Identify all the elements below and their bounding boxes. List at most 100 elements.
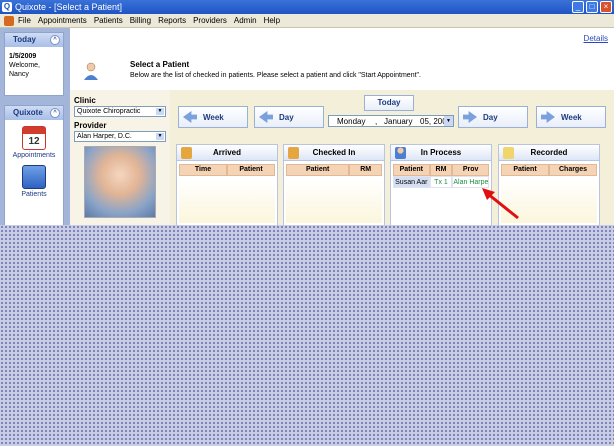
welcome-text: Welcome,	[9, 62, 40, 69]
prev-week-button[interactable]: Week	[178, 106, 248, 128]
prev-day-label: Day	[279, 112, 294, 122]
sidebar-item-appointments[interactable]: 12 Appointments	[5, 120, 63, 159]
row-rm-cell[interactable]: Tx 1	[429, 176, 453, 188]
prev-week-label: Week	[203, 112, 224, 122]
table-row[interactable]: Susan Aar Tx 1 Alan Harper	[393, 176, 489, 188]
today-panel: Today ^ 1/5/2009 Welcome, Nancy	[4, 32, 64, 96]
column-rm[interactable]: RM	[349, 164, 382, 176]
app-icon: Q	[2, 2, 12, 12]
board-recorded-columns: Patient Charges	[501, 164, 597, 176]
today-date: 1/5/2009	[9, 53, 37, 60]
window-controls: _ □ ×	[572, 1, 612, 13]
schedule-area: Today Week Day Monday , January 05, 200 …	[170, 90, 614, 228]
quixote-panel: Quixote ^ 12 Appointments Patients	[4, 105, 64, 228]
user-name: Nancy	[9, 71, 29, 78]
board-checked-in-columns: Patient RM	[286, 164, 382, 176]
column-charges[interactable]: Charges	[549, 164, 597, 176]
today-panel-title: Today	[13, 35, 36, 44]
arrow-left-icon	[183, 111, 197, 123]
details-link[interactable]: Details	[584, 34, 608, 43]
window-title: Quixote - [Select a Patient]	[15, 2, 123, 12]
board-checked-in: Checked In Patient RM	[283, 144, 385, 228]
column-patient[interactable]: Patient	[227, 164, 275, 176]
sidebar-item-patients[interactable]: Patients	[5, 159, 63, 198]
patients-card-icon	[22, 165, 46, 189]
column-patient[interactable]: Patient	[501, 164, 549, 176]
sidebar-item-appointments-label: Appointments	[12, 152, 56, 159]
menu-reports[interactable]: Reports	[158, 16, 186, 25]
date-month: January	[384, 117, 413, 126]
calendar-badge: 12	[28, 136, 40, 147]
provider-label: Provider	[74, 121, 107, 130]
minimize-button[interactable]: _	[572, 1, 584, 13]
date-picker[interactable]: Monday , January 05, 200 ▼	[328, 115, 454, 127]
menu-appointments[interactable]: Appointments	[38, 16, 87, 25]
page-subtitle: Below are the list of checked in patient…	[130, 72, 421, 79]
arrow-left-icon	[259, 111, 273, 123]
today-info: 1/5/2009 Welcome, Nancy	[5, 47, 63, 84]
clinic-select[interactable]: Quixote Chiropractic ▼	[74, 106, 166, 117]
chevron-down-icon[interactable]: ▼	[444, 116, 453, 126]
board-arrived-title: Arrived	[212, 148, 241, 157]
collapse-quixote-icon[interactable]: ^	[50, 108, 60, 118]
next-week-button[interactable]: Week	[536, 106, 606, 128]
column-prov[interactable]: Prov	[452, 164, 489, 176]
board-recorded-header: Recorded	[499, 145, 599, 161]
board-arrived-list	[179, 179, 275, 223]
quixote-panel-header: Quixote ^	[5, 106, 63, 120]
chevron-down-icon[interactable]: ▼	[156, 133, 164, 140]
clipboard-icon	[288, 147, 299, 159]
menu-help[interactable]: Help	[264, 16, 280, 25]
column-time[interactable]: Time	[179, 164, 227, 176]
today-button[interactable]: Today	[364, 95, 414, 111]
collapse-today-icon[interactable]: ^	[50, 35, 60, 45]
board-in-process: In Process Patient RM Prov Susan Aar Tx …	[390, 144, 492, 228]
calendar-icon: 12	[22, 126, 46, 150]
next-day-label: Day	[483, 112, 498, 122]
date-day-year: 05, 200	[420, 117, 447, 126]
board-recorded-title: Recorded	[530, 148, 568, 157]
provider-select[interactable]: Alan Harper, D.C. ▼	[74, 131, 166, 142]
annotation-arrow-icon	[482, 188, 519, 220]
patient-person-icon	[84, 62, 98, 80]
menu-billing[interactable]: Billing	[130, 16, 151, 25]
menu-admin[interactable]: Admin	[234, 16, 257, 25]
date-weekday: Monday	[337, 117, 366, 126]
menu-file[interactable]: File	[18, 16, 31, 25]
provider-select-value: Alan Harper, D.C.	[77, 133, 132, 140]
dotted-overlay	[0, 225, 614, 446]
board-in-process-title: In Process	[420, 148, 462, 157]
page-title: Select a Patient	[130, 60, 190, 69]
menu-providers[interactable]: Providers	[193, 16, 227, 25]
next-week-label: Week	[561, 112, 582, 122]
today-panel-header: Today ^	[5, 33, 63, 47]
maximize-button[interactable]: □	[586, 1, 598, 13]
board-checked-in-list	[286, 179, 382, 223]
menu-app-icon[interactable]	[4, 15, 14, 26]
main-area: Details Select a Patient Below are the l…	[70, 28, 614, 228]
clinic-label: Clinic	[74, 96, 96, 105]
board-arrived: Arrived Time Patient	[176, 144, 278, 228]
window-titlebar: Q Quixote - [Select a Patient] _ □ ×	[0, 0, 614, 14]
prev-day-button[interactable]: Day	[254, 106, 324, 128]
column-patient[interactable]: Patient	[286, 164, 350, 176]
chevron-down-icon[interactable]: ▼	[156, 108, 164, 115]
provider-photo	[84, 146, 156, 218]
column-rm[interactable]: RM	[429, 164, 453, 176]
menu-patients[interactable]: Patients	[94, 16, 123, 25]
clinic-select-value: Quixote Chiropractic	[77, 108, 141, 115]
board-in-process-header: In Process	[391, 145, 491, 161]
content-area: Clinic Quixote Chiropractic ▼ Provider A…	[70, 90, 614, 228]
board-in-process-columns: Patient RM Prov	[393, 164, 489, 176]
column-patient[interactable]: Patient	[393, 164, 430, 176]
arrow-right-icon	[541, 111, 555, 123]
close-button[interactable]: ×	[600, 1, 612, 13]
row-patient-cell[interactable]: Susan Aar	[393, 176, 430, 188]
arrow-right-icon	[463, 111, 477, 123]
sidebar: Today ^ 1/5/2009 Welcome, Nancy Quixote …	[0, 28, 70, 228]
board-arrived-columns: Time Patient	[179, 164, 275, 176]
folder-icon	[503, 147, 514, 159]
next-day-button[interactable]: Day	[458, 106, 528, 128]
clipboard-icon	[181, 147, 192, 159]
board-arrived-header: Arrived	[177, 145, 277, 161]
